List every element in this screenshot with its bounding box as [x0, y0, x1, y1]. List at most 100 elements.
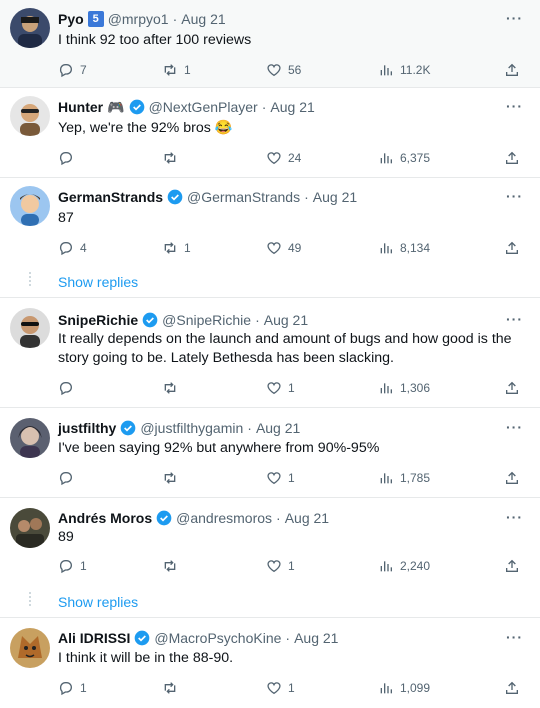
more-options-icon[interactable]: ··· — [506, 630, 522, 649]
avatar[interactable] — [10, 418, 50, 458]
reply-icon — [59, 242, 72, 256]
reply-icon — [59, 560, 72, 574]
handle[interactable]: @mrpyo1 — [108, 11, 169, 27]
show-replies-link[interactable]: Show replies — [58, 594, 138, 610]
views-button[interactable]: 1,099 — [378, 678, 430, 698]
display-name[interactable]: Hunter — [58, 99, 103, 115]
tweet-actions: 1 1,306 — [58, 378, 522, 398]
reply-button[interactable] — [58, 378, 80, 398]
share-button[interactable] — [504, 468, 520, 488]
reply-button[interactable]: 1 — [58, 556, 87, 576]
tweet[interactable]: Andrés Moros @andresmoros · Aug 21 ··· 8… — [0, 498, 540, 617]
timestamp[interactable]: Aug 21 — [270, 99, 314, 115]
view-count: 8,134 — [400, 241, 431, 255]
like-count: 1 — [288, 681, 295, 695]
like-count: 49 — [288, 241, 302, 255]
like-button[interactable]: 1 — [266, 556, 295, 576]
retweet-button[interactable] — [162, 378, 184, 398]
views-button[interactable]: 2,240 — [378, 556, 430, 576]
handle[interactable]: @GermanStrands — [187, 189, 300, 205]
separator-dot: · — [261, 99, 267, 115]
retweet-icon — [164, 242, 176, 254]
views-button[interactable]: 11.2K — [378, 60, 430, 80]
like-button[interactable]: 24 — [266, 148, 301, 168]
avatar[interactable] — [10, 308, 50, 348]
more-options-icon[interactable]: ··· — [506, 11, 522, 30]
like-button[interactable]: 1 — [266, 378, 295, 398]
share-button[interactable] — [504, 678, 520, 698]
tweet[interactable]: Pyo 5 @mrpyo1 · Aug 21 ··· I think 92 to… — [0, 0, 540, 87]
separator-dot: · — [285, 630, 291, 646]
more-options-icon[interactable]: ··· — [506, 312, 522, 331]
reply-button[interactable]: 7 — [58, 60, 87, 80]
separator-dot: · — [247, 420, 252, 436]
display-name[interactable]: Ali IDRISSI — [58, 630, 130, 646]
share-button[interactable] — [504, 60, 520, 80]
views-button[interactable]: 1,785 — [378, 468, 430, 488]
like-button[interactable]: 49 — [266, 238, 301, 258]
avatar[interactable] — [10, 8, 50, 48]
timestamp[interactable]: Aug 21 — [294, 630, 338, 646]
display-name[interactable]: Pyo — [58, 11, 84, 27]
tweet[interactable]: GermanStrands @GermanStrands · Aug 21 ··… — [0, 178, 540, 297]
retweet-button[interactable] — [162, 148, 184, 168]
reply-button[interactable]: 1 — [58, 678, 87, 698]
reply-button[interactable] — [58, 468, 80, 488]
avatar[interactable] — [10, 508, 50, 548]
display-name[interactable]: GermanStrands — [58, 189, 163, 205]
share-icon — [506, 151, 518, 164]
reply-button[interactable] — [58, 148, 80, 168]
display-name[interactable]: Andrés Moros — [58, 510, 152, 526]
share-button[interactable] — [504, 148, 520, 168]
like-button[interactable]: 1 — [266, 678, 295, 698]
views-button[interactable]: 8,134 — [378, 238, 430, 258]
display-name[interactable]: justfilthy — [58, 420, 116, 436]
share-button[interactable] — [504, 238, 520, 258]
share-icon — [506, 559, 518, 572]
retweet-button[interactable] — [162, 468, 184, 488]
retweet-count: 1 — [184, 63, 191, 77]
retweet-icon — [164, 152, 176, 164]
retweet-button[interactable] — [162, 556, 184, 576]
more-options-icon[interactable]: ··· — [506, 420, 522, 439]
handle[interactable]: @justfilthygamin — [140, 420, 243, 436]
retweet-button[interactable] — [162, 678, 184, 698]
handle[interactable]: @SnipeRichie — [162, 312, 251, 328]
avatar[interactable] — [10, 96, 50, 136]
tweet[interactable]: justfilthy @justfilthygamin · Aug 21 ···… — [0, 408, 540, 497]
retweet-button[interactable]: 1 — [162, 238, 191, 258]
tweet[interactable]: SnipeRichie @SnipeRichie · Aug 21 ··· It… — [0, 298, 540, 407]
more-options-icon[interactable]: ··· — [506, 99, 522, 118]
views-button[interactable]: 1,306 — [378, 378, 430, 398]
timestamp[interactable]: Aug 21 — [181, 11, 225, 27]
view-count: 11.2K — [400, 63, 431, 77]
more-options-icon[interactable]: ··· — [506, 189, 522, 208]
more-options-icon[interactable]: ··· — [506, 510, 522, 529]
timestamp[interactable]: Aug 21 — [264, 312, 308, 328]
retweet-button[interactable]: 1 — [162, 60, 191, 80]
share-button[interactable] — [504, 556, 520, 576]
views-icon — [380, 153, 392, 164]
views-icon — [380, 383, 392, 394]
like-button[interactable]: 56 — [266, 60, 301, 80]
avatar[interactable] — [10, 628, 50, 668]
handle[interactable]: @andresmoros — [176, 510, 272, 526]
timestamp[interactable]: Aug 21 — [256, 420, 300, 436]
reply-button[interactable]: 4 — [58, 238, 87, 258]
handle[interactable]: @MacroPsychoKine — [154, 630, 281, 646]
reply-icon — [59, 64, 72, 78]
like-button[interactable]: 1 — [266, 468, 295, 488]
avatar[interactable] — [10, 186, 50, 226]
timestamp[interactable]: Aug 21 — [313, 189, 357, 205]
share-button[interactable] — [504, 378, 520, 398]
views-button[interactable]: 6,375 — [378, 148, 430, 168]
show-replies-link[interactable]: Show replies — [58, 274, 138, 290]
retweet-icon — [164, 560, 176, 572]
retweet-icon — [164, 472, 176, 484]
view-count: 6,375 — [400, 151, 431, 165]
tweet[interactable]: Ali IDRISSI @MacroPsychoKine · Aug 21 ··… — [0, 618, 540, 708]
handle[interactable]: @NextGenPlayer — [149, 99, 258, 115]
tweet[interactable]: Hunter 🎮 @NextGenPlayer · Aug 21 ··· Yep… — [0, 88, 540, 177]
timestamp[interactable]: Aug 21 — [285, 510, 329, 526]
display-name[interactable]: SnipeRichie — [58, 312, 138, 328]
